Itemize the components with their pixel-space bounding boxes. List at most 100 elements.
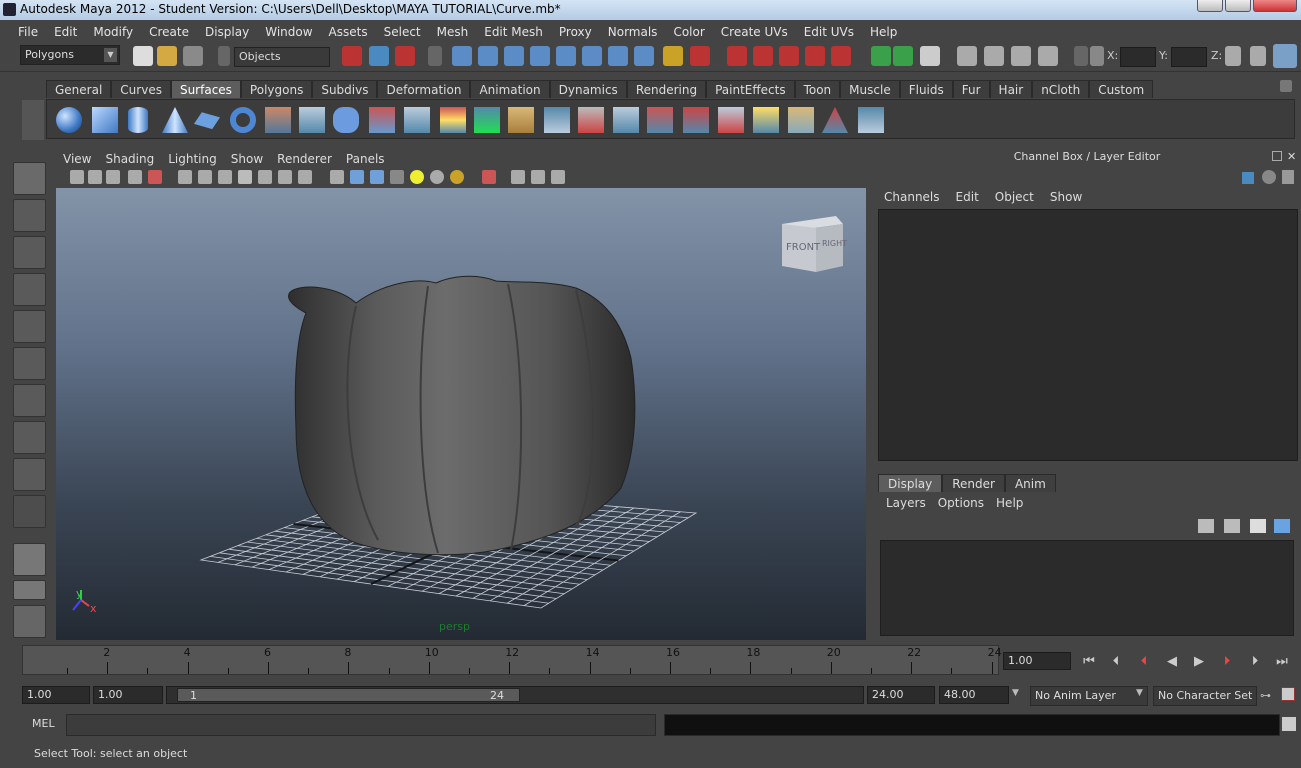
time-slider[interactable]: 2 4 6 8 10 12 14 16 18 20 22 24 (22, 645, 1002, 675)
nurbs-plane-icon[interactable] (194, 112, 220, 130)
wireframe-on-shaded-icon[interactable] (370, 170, 384, 184)
menu-color[interactable]: Color (665, 25, 712, 39)
mask-joints-icon[interactable] (478, 46, 498, 66)
isolate-select-icon[interactable] (482, 170, 496, 184)
layer-menu-options[interactable]: Options (932, 496, 990, 512)
nurbs-torus-icon[interactable] (230, 107, 256, 133)
new-layer-from-selection-icon[interactable] (1274, 519, 1290, 533)
shelf-tab-rendering[interactable]: Rendering (626, 80, 707, 98)
save-scene-icon[interactable] (183, 46, 203, 66)
render-view-icon[interactable] (920, 46, 940, 66)
script-editor-icon[interactable] (1282, 717, 1296, 731)
menu-mesh[interactable]: Mesh (429, 25, 477, 39)
select-by-component-icon[interactable] (395, 46, 415, 66)
play-forwards-icon[interactable]: ▶ (1190, 654, 1208, 670)
menu-create[interactable]: Create (141, 25, 197, 39)
use-all-lights-icon[interactable] (410, 170, 424, 184)
viewport-menu-renderer[interactable]: Renderer (270, 152, 339, 166)
scale-tool-icon[interactable] (13, 347, 46, 380)
menu-edit-mesh[interactable]: Edit Mesh (476, 25, 551, 39)
attribute-editor-icon[interactable] (1225, 46, 1241, 66)
insert-isoparm-icon[interactable] (858, 107, 884, 133)
channel-box-menu-edit[interactable]: Edit (948, 190, 987, 206)
mask-handles-icon[interactable] (452, 46, 472, 66)
channel-box-menu-object[interactable]: Object (987, 190, 1042, 206)
attach-surfaces-icon[interactable] (718, 107, 744, 133)
close-panel-icon[interactable]: ✕ (1287, 150, 1296, 163)
surface-editing-icon[interactable] (822, 107, 848, 133)
snap-grid-icon[interactable] (727, 46, 747, 66)
nurbs-cube-icon[interactable] (92, 107, 118, 133)
shelf-tab-muscle[interactable]: Muscle (840, 80, 900, 98)
viewport-menu-show[interactable]: Show (224, 152, 270, 166)
menu-display[interactable]: Display (197, 25, 257, 39)
select-by-object-icon[interactable] (369, 46, 389, 66)
xray-components-icon[interactable] (551, 170, 565, 184)
perspective-viewport[interactable]: FRONT RIGHT y x persp (56, 188, 866, 640)
shelf-tab-hair[interactable]: Hair (989, 80, 1033, 98)
nurbs-cylinder-icon[interactable] (128, 107, 148, 133)
mask-icon[interactable] (428, 46, 442, 66)
current-time-field[interactable]: 1.00 (1003, 652, 1071, 670)
start-time-field[interactable]: 1.00 (22, 686, 90, 704)
channel-box-mode-icon[interactable] (1242, 172, 1254, 184)
selection-mode-dropdown[interactable]: Objects (234, 47, 330, 67)
project-curve-icon[interactable] (544, 107, 570, 133)
x-field[interactable] (1120, 47, 1156, 67)
mask-surfaces-icon[interactable] (530, 46, 550, 66)
shelf-tab-custom[interactable]: Custom (1089, 80, 1154, 98)
select-tool-icon[interactable] (13, 162, 46, 195)
safe-title-icon[interactable] (298, 170, 312, 184)
viewport-menu-panels[interactable]: Panels (339, 152, 392, 166)
minimize-button[interactable] (1197, 0, 1223, 12)
go-to-start-icon[interactable]: ⏮ (1080, 654, 1098, 670)
new-layer-icon[interactable] (1250, 519, 1266, 533)
float-panel-icon[interactable] (1272, 151, 1282, 161)
xray-joints-icon[interactable] (531, 170, 545, 184)
play-backwards-icon[interactable]: ◀ (1163, 654, 1181, 670)
attribute-pin-icon[interactable] (1282, 170, 1294, 184)
view-cube[interactable]: FRONT RIGHT (782, 216, 847, 272)
mask-deformers-icon[interactable] (556, 46, 576, 66)
nurbs-cone-icon[interactable] (162, 107, 188, 133)
shelf-tab-painteffects[interactable]: PaintEffects (706, 80, 795, 98)
lock-icon[interactable] (663, 46, 683, 66)
camera-attributes-icon[interactable] (88, 170, 102, 184)
step-back-key-icon[interactable]: ⏴ (1135, 654, 1153, 670)
gate-mask-icon[interactable] (238, 170, 252, 184)
shelf-tab-fluids[interactable]: Fluids (899, 80, 953, 98)
shelf-tab-general[interactable]: General (46, 80, 112, 98)
field-chart-icon[interactable] (258, 170, 272, 184)
mask-misc-icon[interactable] (634, 46, 654, 66)
snap-curve-icon[interactable] (753, 46, 773, 66)
trash-icon[interactable] (1280, 80, 1292, 92)
menu-assets[interactable]: Assets (321, 25, 376, 39)
detach-surfaces-icon[interactable] (683, 107, 709, 133)
select-by-hierarchy-icon[interactable] (342, 46, 362, 66)
menu-help[interactable]: Help (862, 25, 905, 39)
menu-edit[interactable]: Edit (46, 25, 85, 39)
lasso-tool-icon[interactable] (13, 199, 46, 232)
menu-create-uvs[interactable]: Create UVs (713, 25, 796, 39)
menu-file[interactable]: File (10, 25, 46, 39)
menu-proxy[interactable]: Proxy (551, 25, 600, 39)
soft-modification-icon[interactable] (13, 421, 46, 454)
wireframe-icon[interactable] (330, 170, 344, 184)
shelf-tab-toon[interactable]: Toon (794, 80, 841, 98)
shelf-tab-subdivs[interactable]: Subdivs (312, 80, 378, 98)
untrim-icon[interactable] (613, 107, 639, 133)
menu-window[interactable]: Window (257, 25, 320, 39)
shelf-tab-surfaces[interactable]: Surfaces (170, 80, 241, 98)
nurbs-sphere-icon[interactable] (56, 107, 82, 133)
high-quality-icon[interactable] (450, 170, 464, 184)
chevron-down-icon[interactable]: ▼ (1136, 688, 1143, 698)
layer-list-panel[interactable] (880, 540, 1294, 636)
tool-settings-icon[interactable] (1250, 46, 1266, 66)
shelf-options-gutter[interactable] (22, 100, 44, 140)
menu-modify[interactable]: Modify (85, 25, 141, 39)
render-settings-icon[interactable] (1011, 46, 1031, 66)
film-gate-icon[interactable] (198, 170, 212, 184)
shelf-tab-deformation[interactable]: Deformation (377, 80, 471, 98)
tab-render[interactable]: Render (942, 474, 1005, 492)
bookmarks-icon[interactable] (106, 170, 120, 184)
